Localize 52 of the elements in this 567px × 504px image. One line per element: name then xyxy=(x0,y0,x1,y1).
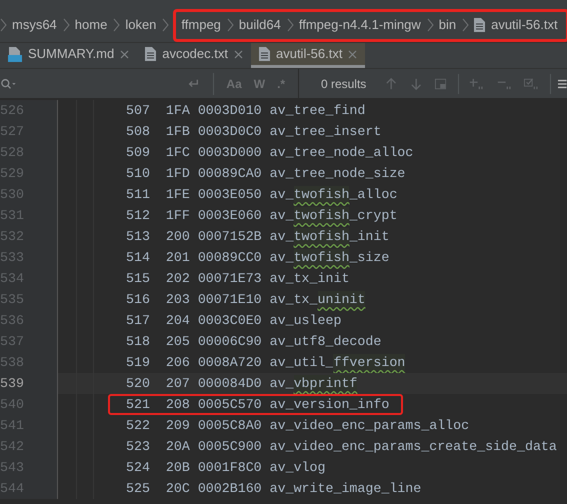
enter-icon[interactable] xyxy=(186,78,199,90)
editor-tab[interactable]: avcodec.txt xyxy=(137,43,251,68)
code-line: 514 201 00089CC0 av_twofish_size xyxy=(125,248,390,268)
editor-tab[interactable]: SUMMARY.md xyxy=(0,43,138,68)
close-icon[interactable] xyxy=(348,50,358,58)
code-line: 516 203 00071E10 av_tx_uninit xyxy=(125,290,366,310)
breadcrumb-item[interactable]: bin xyxy=(438,15,456,35)
file-icon xyxy=(474,18,486,32)
window-icon[interactable] xyxy=(434,78,446,90)
chevron-icon xyxy=(113,18,120,32)
chevron-icon xyxy=(462,18,470,32)
code-line: 507 1FA 0003D010 av_tree_find xyxy=(125,102,366,120)
code-line: 523 20A 0005C900 av_video_enc_params_create_side_data xyxy=(125,438,558,456)
code-line: 510 1FD 00089CA0 av_tree_node_size xyxy=(125,165,406,183)
code-line: 520 207 000084D0 av_vbprintf xyxy=(125,374,358,394)
breadcrumb-item[interactable]: build64 xyxy=(238,15,281,35)
code-line: 517 204 0003C0E0 av_usleep xyxy=(125,312,342,330)
line-number: 539 xyxy=(0,374,24,393)
menu-icon[interactable] xyxy=(558,78,567,90)
chevron-icon xyxy=(426,18,434,32)
breadcrumb-item[interactable]: loken xyxy=(125,15,156,35)
code-line: 522 209 0005C8A0 av_video_enc_params_alloc xyxy=(125,417,470,435)
breadcrumb-item[interactable]: msys64 xyxy=(12,15,57,35)
arrow-down-icon[interactable] xyxy=(410,76,421,90)
code-line: 513 200 0007152B av_twofish_init xyxy=(125,227,390,247)
markdown-file-icon xyxy=(8,46,22,62)
add-occurrence-icon[interactable] xyxy=(469,76,485,90)
code-line: 509 1FC 0003D000 av_tree_node_alloc xyxy=(125,144,414,162)
breadcrumb-item[interactable]: ffmpeg-n4.4.1-mingw xyxy=(298,15,421,35)
arrow-up-icon[interactable] xyxy=(386,76,397,90)
breadcrumb-item[interactable]: home xyxy=(74,15,108,35)
close-icon[interactable] xyxy=(234,50,243,58)
code-line: 518 205 00006C90 av_utf8_decode xyxy=(125,333,382,351)
file-icon xyxy=(258,47,270,61)
code-line: 508 1FB 0003D0C0 av_tree_insert xyxy=(125,123,382,141)
chevron-icon xyxy=(162,18,170,32)
editor-tab[interactable]: avutil-56.txt xyxy=(250,43,366,68)
chevron-icon xyxy=(0,18,7,32)
code-line: 525 20C 0002B160 av_write_image_line xyxy=(125,480,422,498)
select-all-icon[interactable] xyxy=(524,76,540,90)
chevron-icon xyxy=(286,18,294,32)
search-icon[interactable] xyxy=(1,78,16,90)
chevron-icon xyxy=(226,18,234,32)
chevron-icon xyxy=(62,18,70,32)
code-line: 512 1FF 0003E060 av_twofish_crypt xyxy=(125,206,398,226)
code-line: 511 1FE 0003E050 av_twofish_alloc xyxy=(125,185,398,205)
code-line: 524 20B 0001F8C0 av_vlog xyxy=(125,459,326,477)
code-line: 519 206 0008A720 av_util_ffversion xyxy=(125,353,406,373)
results-count: 0 results xyxy=(320,76,366,92)
file-icon xyxy=(145,47,156,61)
code-line: 515 202 00071E73 av_tx_init xyxy=(125,270,350,288)
close-icon[interactable] xyxy=(120,50,130,58)
